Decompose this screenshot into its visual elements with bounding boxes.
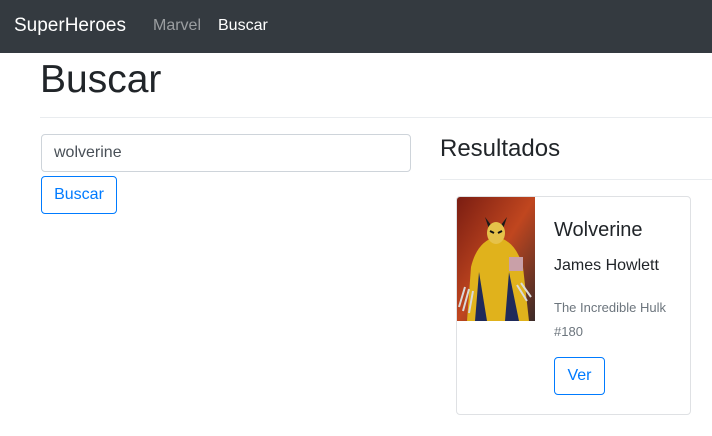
results-title: Resultados [440, 135, 561, 162]
hero-real-name: James Howlett [554, 257, 659, 274]
search-button[interactable]: Buscar [41, 176, 117, 214]
wolverine-image [457, 197, 535, 321]
title-divider [40, 117, 712, 118]
view-hero-button[interactable]: Ver [554, 357, 605, 395]
nav-link-buscar[interactable]: Buscar [218, 16, 268, 36]
result-card: Wolverine James Howlett The Incredible H… [456, 196, 691, 415]
hero-thumbnail [457, 197, 535, 321]
page-title: Buscar [40, 58, 162, 101]
navbar-brand[interactable]: SuperHeroes [14, 14, 126, 38]
hero-first-appearance: The Incredible Hulk #180 [554, 300, 666, 339]
search-input[interactable] [41, 134, 411, 172]
results-divider [440, 179, 712, 180]
hero-name: Wolverine [554, 219, 643, 241]
nav-link-marvel[interactable]: Marvel [153, 16, 201, 36]
navbar: SuperHeroes Marvel Buscar [0, 0, 712, 53]
